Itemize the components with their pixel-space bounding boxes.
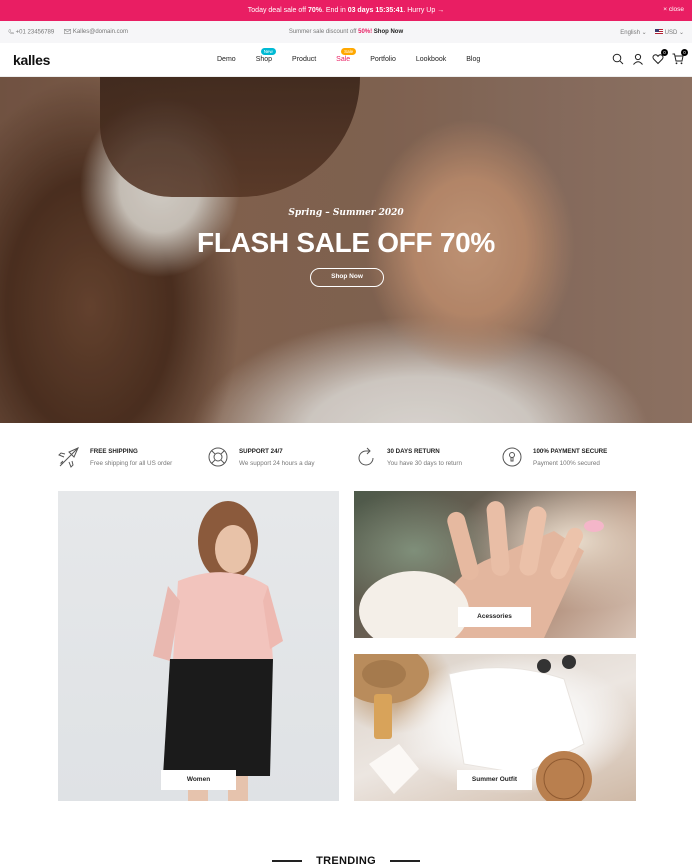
nav-label: Demo: [217, 56, 236, 63]
lock-icon: [502, 447, 522, 467]
search-icon: [612, 53, 624, 65]
account-button[interactable]: [632, 52, 644, 65]
feature-free-shipping: FREE SHIPPING Free shipping for all US o…: [57, 445, 172, 469]
refresh-icon: [358, 447, 374, 466]
feature-desc: Payment 100% secured: [533, 460, 600, 467]
feature-title: FREE SHIPPING: [90, 448, 138, 455]
nav-label: Shop: [255, 56, 273, 63]
feature-return: 30 DAYS RETURN You have 30 days to retur…: [354, 445, 462, 469]
phone-icon: [8, 29, 14, 34]
nav-label: Lookbook: [415, 56, 447, 63]
feature-title: SUPPORT 24/7: [239, 448, 283, 455]
site-header: kalles Demo New Shop Product Sale Sale Por…: [0, 43, 692, 77]
promo-before: Today deal sale off: [247, 7, 308, 14]
language-label: English: [620, 29, 640, 36]
nav-item-demo[interactable]: Demo: [217, 56, 236, 63]
info-bar: +01 23456789 Kalles@domain.com Summer sa…: [0, 21, 692, 43]
trending-heading: TRENDING: [0, 855, 692, 864]
main-nav: Demo New Shop Product Sale Sale Portfolio …: [217, 48, 500, 63]
wishlist-count: 0: [661, 49, 668, 56]
summer-shop-now-link[interactable]: Shop Now: [374, 29, 403, 35]
promo-percent: 70%: [307, 7, 322, 14]
hero-title: FLASH SALE OFF 70%: [197, 227, 495, 258]
feature-desc: Free shipping for all US order: [90, 460, 173, 467]
wishlist-button[interactable]: 0: [652, 49, 668, 65]
nav-item-blog[interactable]: Blog: [466, 56, 480, 63]
site-logo[interactable]: kalles: [13, 52, 50, 68]
nav-label: Product: [292, 56, 317, 63]
phone-contact[interactable]: +01 23456789: [8, 29, 55, 36]
hero-shop-now-button[interactable]: Shop Now: [310, 268, 384, 287]
promo-text: Today deal sale off 70%. End in 03 days …: [248, 7, 444, 14]
feature-desc: We support 24 hours a day: [239, 460, 315, 467]
sale-badge: Sale: [341, 48, 357, 55]
feature-title: 30 DAYS RETURN: [387, 448, 440, 455]
feature-title: 100% PAYMENT SECURE: [533, 448, 608, 455]
summer-outfit-label: Summer Outfit: [457, 770, 532, 790]
trending-title: TRENDING: [316, 855, 376, 864]
promo-days: 03 days: [347, 7, 374, 14]
category-tile-accessories[interactable]: Acessories: [354, 491, 636, 638]
currency-label: USD: [664, 29, 678, 36]
currency-selector[interactable]: USD ⌄: [654, 29, 684, 36]
feature-payment: 100% PAYMENT SECURE Payment 100% secured: [500, 445, 607, 469]
features-row: FREE SHIPPING Free shipping for all US o…: [57, 445, 637, 475]
us-flag-icon: [654, 29, 663, 35]
language-selector[interactable]: English ⌄: [620, 29, 646, 36]
nav-item-portfolio[interactable]: Portfolio: [370, 56, 396, 63]
divider: [389, 860, 420, 862]
women-label: Women: [161, 770, 236, 790]
women-model-image: [153, 501, 283, 801]
hero-subtitle: Spring – Summer 2020: [288, 208, 404, 218]
chevron-down-icon: ⌄: [678, 29, 684, 36]
chevron-down-icon: ⌄: [641, 29, 647, 36]
promo-time: 15:35:41: [375, 7, 404, 14]
promo-bar: Today deal sale off 70%. End in 03 days …: [0, 0, 692, 21]
category-tile-women[interactable]: Women: [58, 491, 339, 801]
divider: [272, 860, 303, 862]
search-button[interactable]: [612, 52, 624, 65]
user-icon: [633, 53, 643, 65]
nav-label: Blog: [466, 56, 481, 63]
cart-button[interactable]: 0: [672, 49, 688, 65]
promo-mid: . End in: [322, 7, 348, 14]
nav-item-product[interactable]: Product: [292, 56, 316, 63]
nav-item-shop[interactable]: New Shop: [255, 48, 276, 63]
summer-sale-text: Summer sale discount off: [288, 29, 359, 35]
accessories-label: Acessories: [458, 607, 531, 627]
cart-count: 0: [681, 49, 688, 56]
promo-close-button[interactable]: × close: [663, 6, 684, 13]
lifebuoy-icon: [208, 447, 228, 467]
feature-support: SUPPORT 24/7 We support 24 hours a day: [206, 445, 315, 469]
airplane-icon: [58, 447, 79, 468]
nav-item-sale[interactable]: Sale Sale: [336, 48, 357, 63]
feature-desc: You have 30 days to return: [387, 460, 463, 467]
promo-hurry-link[interactable]: . Hurry Up →: [403, 7, 444, 14]
mail-icon: [64, 29, 72, 34]
summer-sale-percent: 50%!: [358, 29, 373, 35]
nav-label: Portfolio: [370, 56, 396, 63]
phone-number: +01 23456789: [15, 29, 55, 36]
nav-item-lookbook[interactable]: Lookbook: [416, 56, 446, 63]
category-tile-summer-outfit[interactable]: Summer Outfit: [354, 654, 636, 801]
email-contact[interactable]: Kalles@domain.com: [64, 29, 128, 35]
email-address: Kalles@domain.com: [72, 29, 129, 36]
new-badge: New: [260, 48, 276, 55]
nav-label: Sale: [336, 56, 351, 63]
hero-banner: Spring – Summer 2020 FLASH SALE OFF 70% …: [0, 77, 692, 423]
